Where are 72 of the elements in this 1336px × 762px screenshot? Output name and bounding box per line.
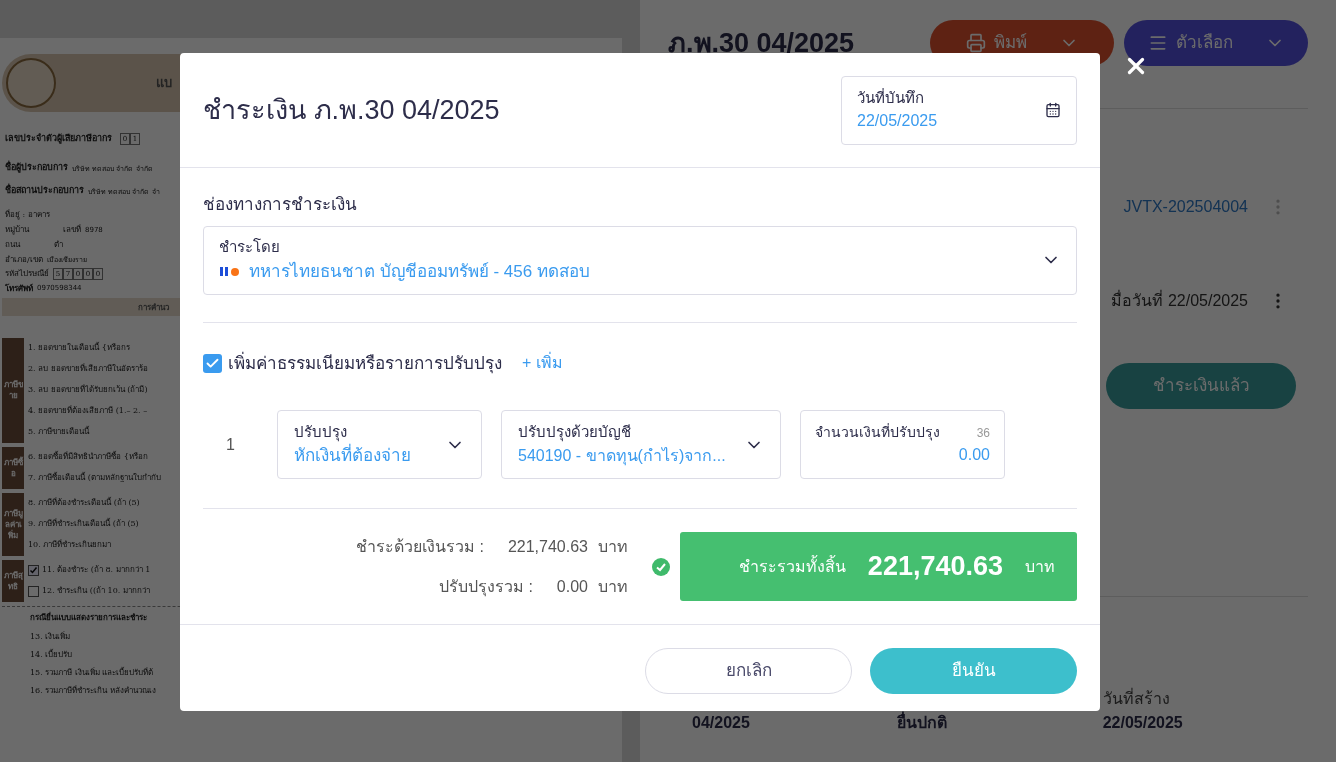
date-field[interactable]: วันที่บันทึก 22/05/2025 [841, 75, 1077, 145]
total-value: 221,740.63 [867, 550, 1003, 584]
field-label: โทรศัพท์ [5, 281, 33, 294]
form-line: 13. เงินเพิ่ม [30, 630, 72, 643]
group-label: ภาษีมูลค่าเพิ่ม [2, 492, 24, 556]
summary-unit: บาท [598, 576, 628, 597]
field-label: ตำ [54, 238, 63, 251]
group-label: ภาษีขาย [2, 337, 24, 443]
form-line: 14. เบี้ยปรับ [30, 648, 74, 661]
form-line: 1. ยอดขายในเดือนนี้ {หรือกร [28, 342, 130, 354]
check-circle-icon [652, 557, 670, 576]
field-label: เลขที่ [63, 223, 81, 236]
summary-value: 0.00 [556, 576, 588, 597]
char-counter: 36 [976, 424, 990, 442]
total-unit: บาท [1025, 556, 1055, 577]
checkbox-label: เพิ่มค่าธรรมเนียมหรือรายการปรับปรุง [228, 350, 502, 376]
amount-value: 0.00 [957, 445, 990, 465]
group-label: ภาษีสุทธิ [2, 559, 24, 602]
group-label: ภาษีซื้อ [2, 446, 24, 489]
form-line: 5. ภาษีขายเดือนนี้ [28, 426, 90, 438]
summary-value: 221,740.63 [507, 536, 588, 557]
form-line: กรณียื่นแบบแสดงรายการและชำระ [30, 610, 148, 624]
form-line: 11. ต้องชำระ (ถ้า 8. มากกว่า 1 [42, 564, 151, 576]
form-title: แบ [156, 74, 172, 93]
select-value: ทหารไทยธนชาต บัญชีออมทรัพย์ - 456 ทดสอบ [249, 260, 590, 283]
select-value: 540190 - ขาดทุน(กำไร)จาก... [518, 445, 726, 468]
field-label: ปรับปรุงด้วยบัญชี [518, 422, 632, 444]
field-label: รหัสไปรษณีย์ [5, 267, 49, 280]
account-select[interactable]: ปรับปรุงด้วยบัญชี 540190 - ขาดทุน(กำไร)จาก... [501, 410, 781, 479]
form-line: 7. ภาษีซื้อเดือนนี้ (ตามหลักฐานใบกำกับ [28, 472, 161, 484]
form-line: 10. ภาษีที่ชำระเกินยกมา [28, 539, 112, 551]
section-title: ช่องทางการชำระเงิน [203, 194, 358, 216]
info-value: 04/2025 [692, 713, 751, 733]
amount-field[interactable]: จำนวนเงินที่ปรับปรุง 36 0.00 [800, 410, 1005, 479]
adjust-type-select[interactable]: ปรับปรุง หักเงินที่ต้องจ่าย [277, 410, 482, 479]
field-label: ชื่อสถานประกอบการ [5, 184, 84, 197]
field-label: ชำระโดย [219, 237, 281, 257]
row-index: 1 [225, 434, 236, 455]
form-line: 2. ลบ ยอดขายที่เสียภาษีในอัตราร้อ [28, 363, 148, 375]
form-line: 3. ลบ ยอดขายที่ได้รับยกเว้น (ถ้ามี) [28, 384, 148, 396]
adjust-checkbox[interactable] [203, 353, 222, 373]
form-line: 16. รวมภาษีที่ชำระเกิน หลังคำนวณเง [30, 684, 157, 697]
form-line: 12. ชำระเกิน ((ถ้า 10. มากกว่า [42, 585, 150, 597]
field-label: เลขประจำตัวผู้เสียภาษีอากร [5, 132, 112, 146]
field-label: วันที่บันทึก [857, 87, 925, 108]
form-line: 8. ภาษีที่ต้องชำระเดือนนี้ (ถ้า (5) [28, 497, 140, 509]
field-label: ชื่อผู้ประกอบการ [5, 161, 68, 175]
field-label: อำเภอ/เขต [5, 253, 43, 266]
paid-note: มื่อวันที่ 22/05/2025 [1111, 289, 1248, 311]
dialog-title: ชำระเงิน ภ.พ.30 04/2025 [203, 93, 500, 127]
field-label: หมู่บ้าน [5, 223, 29, 236]
summary-label: ปรับปรุงรวม : [438, 576, 533, 599]
page-title: ภ.พ.30 04/2025 [668, 26, 855, 60]
pay-by-select[interactable]: ชำระโดย ทหารไทยธนชาต บัญชีออมทรัพย์ - 456 ทดสอบ [203, 225, 1077, 295]
form-line: 4. ยอดขายที่ต้องเสียภาษี (1.– 2. – [28, 405, 148, 417]
select-value: หักเงินที่ต้องจ่าย [294, 443, 411, 469]
total-label: ชำระรวมทั้งสิ้น [738, 554, 846, 577]
info-label: วันที่สร้าง [1102, 687, 1171, 709]
info-value: ยื่นปกติ [897, 711, 1103, 735]
form-line: 15. รวมภาษี เงินเพิ่ม และเบี้ยปรับที่ต้ [30, 666, 155, 679]
section-title: การคำนว [138, 300, 169, 313]
info-value: 22/05/2025 [1102, 713, 1184, 733]
field-label: จำนวนเงินที่ปรับปรุง [815, 422, 940, 443]
field-label: ถนน [5, 238, 20, 251]
calendar-icon [1045, 102, 1061, 118]
field-label: ปรับปรุง [294, 421, 348, 443]
bank-logo-icon [219, 265, 241, 278]
field-label: ที่อยู่ : อาคาร [5, 208, 50, 221]
date-value: 22/05/2025 [857, 111, 938, 132]
summary-label: ชำระด้วยเงินรวม : [356, 536, 484, 557]
summary-unit: บาท [598, 536, 628, 557]
form-line: 6. ยอดซื้อที่มีสิทธินำภาษีซื้อ {หรือก [28, 451, 148, 463]
